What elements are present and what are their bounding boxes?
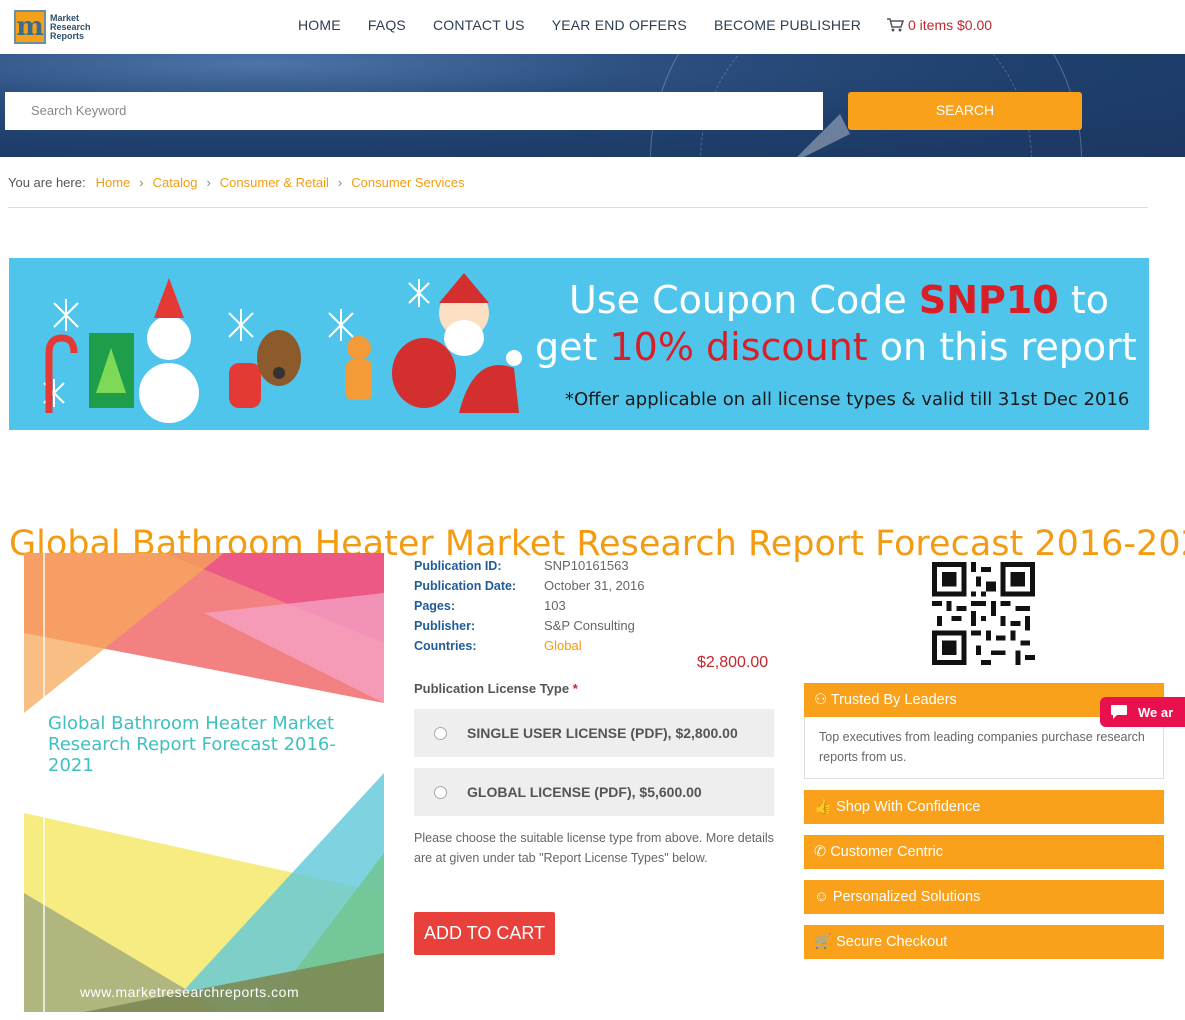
detail-row: Publication ID: SNP10161563 — [414, 556, 644, 576]
qr-code-icon — [932, 562, 1035, 665]
chevron-right-icon: › — [139, 175, 144, 190]
breadcrumb-catalog[interactable]: Catalog — [153, 175, 198, 190]
license-option-global[interactable]: GLOBAL LICENSE (PDF), $5,600.00 — [414, 768, 774, 816]
detail-row: Countries: Global — [414, 636, 644, 656]
cart-link[interactable]: 0 items $0.00 — [886, 17, 992, 33]
add-to-cart-button[interactable]: ADD TO CART — [414, 912, 555, 955]
cover-title: Global Bathroom Heater Market Research R… — [48, 713, 336, 776]
trusted-title: Trusted By Leaders — [830, 692, 957, 708]
sidebar-item-label: Secure Checkout — [836, 934, 948, 950]
chat-label: We ar — [1138, 704, 1174, 720]
search-input[interactable]: Search Keyword — [5, 92, 823, 130]
publication-id: SNP10161563 — [544, 558, 629, 573]
sidebar-item-label: Shop With Confidence — [836, 799, 981, 815]
promo-discount: 10% discount — [609, 325, 868, 369]
radio-button[interactable] — [434, 785, 447, 799]
site-header: m Market Research Reports HOME FAQS CONT… — [0, 0, 1185, 54]
breadcrumb-consumer-services[interactable]: Consumer Services — [351, 175, 464, 190]
promo-terms: *Offer applicable on all license types &… — [565, 389, 1130, 410]
phone-icon: ✆ — [814, 844, 827, 860]
coupon-code: SNP10 — [918, 278, 1059, 322]
cart-summary: 0 items $0.00 — [908, 17, 993, 33]
sidebar-item-label: Customer Centric — [830, 844, 943, 860]
radio-button[interactable] — [434, 726, 447, 740]
nav-year-end-offers[interactable]: YEAR END OFFERS — [552, 17, 687, 33]
breadcrumb: You are here: Home › Catalog › Consumer … — [8, 175, 469, 190]
logo-m-icon: m — [14, 10, 46, 44]
publication-details: Publication ID: SNP10161563 Publication … — [414, 556, 644, 656]
report-cover-image: Global Bathroom Heater Market Research R… — [24, 553, 384, 1012]
countries-link[interactable]: Global — [544, 636, 582, 656]
report-price: $2,800.00 — [697, 654, 769, 671]
divider — [8, 207, 1148, 208]
search-button[interactable]: SEARCH — [848, 92, 1082, 130]
cart-icon — [887, 18, 904, 32]
cover-url: www.marketresearchreports.com — [80, 984, 300, 1000]
search-banner: Search Keyword SEARCH — [0, 54, 1185, 157]
promo-line1-suffix: to — [1058, 278, 1109, 322]
shop-with-confidence-item[interactable]: 👍 Shop With Confidence — [804, 790, 1164, 824]
promo-line1-prefix: Use Coupon Code — [569, 278, 919, 322]
promo-line2-suffix: on this report — [867, 325, 1137, 369]
logo-line-3: Reports — [50, 30, 85, 41]
license-option-single-user[interactable]: SINGLE USER LICENSE (PDF), $2,800.00 — [414, 709, 774, 757]
required-marker: * — [572, 681, 578, 696]
detail-label: Publication Date: — [414, 579, 517, 593]
thumbs-up-icon: 👍 — [814, 799, 833, 815]
users-icon: ⚇ — [814, 692, 827, 708]
detail-row: Pages: 103 — [414, 596, 644, 616]
page-count: 103 — [544, 598, 566, 613]
breadcrumb-home[interactable]: Home — [96, 175, 131, 190]
license-option-label: SINGLE USER LICENSE (PDF), $2,800.00 — [467, 725, 738, 741]
nav-contact-us[interactable]: CONTACT US — [433, 17, 525, 33]
chevron-right-icon: › — [206, 175, 211, 190]
promo-line2-prefix: get — [535, 325, 610, 369]
promo-headline-line-2: get 10% discount on this report — [535, 325, 1137, 369]
smile-icon: ☺ — [814, 889, 829, 905]
cover-art-icon — [24, 553, 384, 1012]
promo-headline-line-1: Use Coupon Code SNP10 to — [569, 278, 1109, 322]
nav-faqs[interactable]: FAQS — [368, 17, 406, 33]
license-type-label: Publication License Type * — [414, 681, 578, 696]
detail-label: Publication ID: — [414, 559, 502, 573]
detail-row: Publisher: S&P Consulting — [414, 616, 644, 636]
chevron-right-icon: › — [337, 175, 343, 190]
logo-text: Market Research Reports — [50, 13, 91, 41]
license-label-text: Publication License Type — [414, 681, 570, 696]
license-option-label: GLOBAL LICENSE (PDF), $5,600.00 — [467, 784, 702, 800]
detail-row: Publication Date: October 31, 2016 — [414, 576, 644, 596]
license-note: Please choose the suitable license type … — [414, 831, 774, 865]
customer-centric-item[interactable]: ✆ Customer Centric — [804, 835, 1164, 869]
personalized-solutions-item[interactable]: ☺ Personalized Solutions — [804, 880, 1164, 914]
nav-home[interactable]: HOME — [298, 17, 341, 33]
christmas-illustration-icon — [43, 273, 522, 423]
breadcrumb-prefix: You are here: — [8, 175, 86, 190]
site-logo[interactable]: m Market Research Reports — [14, 8, 96, 46]
detail-label: Pages: — [414, 599, 455, 613]
live-chat-widget[interactable]: We ar — [1100, 697, 1185, 727]
chat-bubble-icon — [1111, 705, 1127, 719]
sidebar-item-label: Personalized Solutions — [832, 889, 981, 905]
secure-checkout-item[interactable]: 🛒 Secure Checkout — [804, 925, 1164, 959]
nav-become-publisher[interactable]: BECOME PUBLISHER — [714, 17, 861, 33]
publisher: S&P Consulting — [544, 618, 635, 633]
breadcrumb-consumer-retail[interactable]: Consumer & Retail — [220, 175, 329, 190]
coupon-promo-banner[interactable]: Use Coupon Code SNP10 to get 10% discoun… — [9, 258, 1149, 430]
detail-label: Countries: — [414, 639, 477, 653]
publication-date: October 31, 2016 — [544, 578, 645, 593]
detail-label: Publisher: — [414, 619, 476, 633]
cart-icon: 🛒 — [814, 934, 833, 950]
main-nav: HOME FAQS CONTACT US YEAR END OFFERS BEC… — [298, 17, 888, 33]
